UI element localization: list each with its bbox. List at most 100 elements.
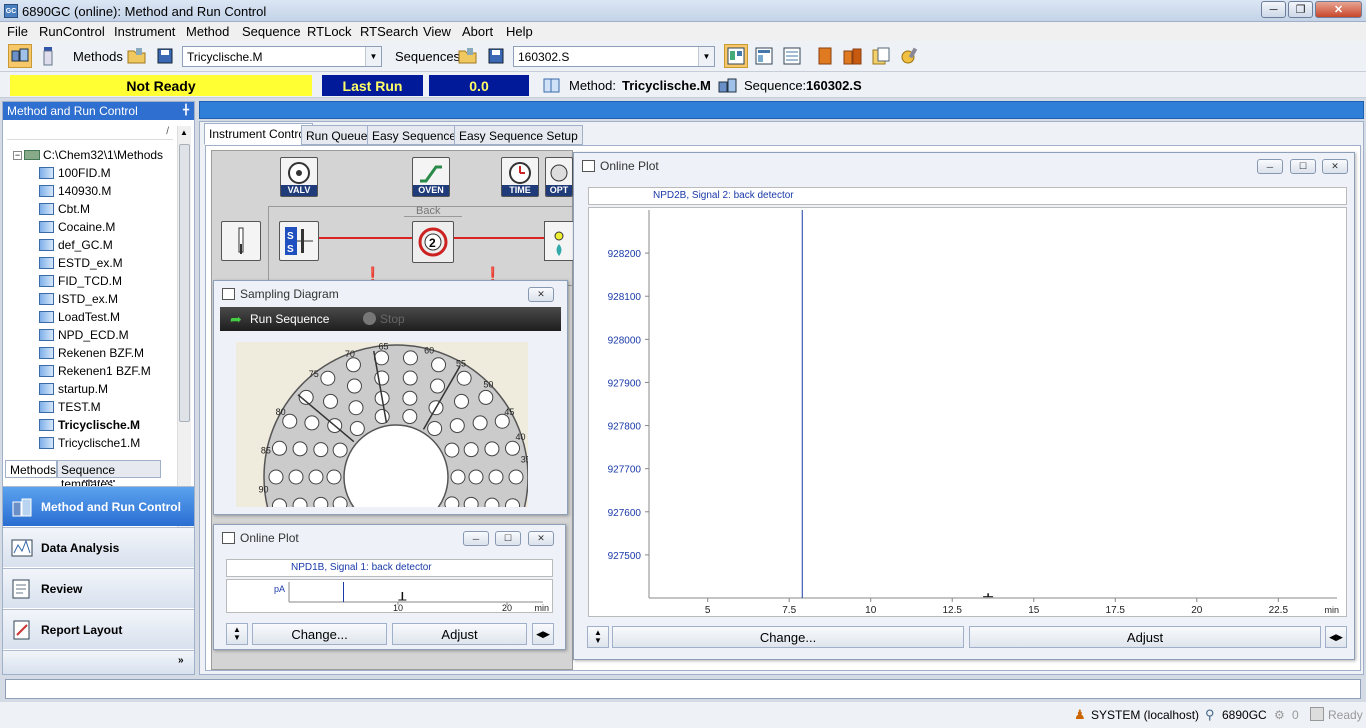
menu-sequence[interactable]: Sequence [242,24,301,39]
tree-method-item[interactable]: Cocaine.M [39,218,115,236]
time-button[interactable]: TIME [501,157,539,197]
inlet-button[interactable]: SS [279,221,319,261]
scroll-thumb[interactable] [179,144,190,422]
autosampler-button[interactable] [221,221,261,261]
tree-method-item[interactable]: Tricyclische.M [39,416,140,434]
tree-method-item[interactable]: ESTD_ex.M [39,254,123,272]
open-method-button[interactable] [125,44,149,68]
tab-run-queue[interactable]: Run Queue [301,125,373,145]
restore-icon[interactable]: ❐ [1288,1,1313,18]
save-sequence-button[interactable] [484,44,508,68]
tree-method-item[interactable]: TEST.M [39,398,101,416]
nav-data-analysis[interactable]: Data Analysis [3,527,194,567]
tab-easy-sequence[interactable]: Easy Sequence [367,125,462,145]
close-icon[interactable]: ✕ [1315,1,1362,18]
method-view-button[interactable] [8,44,32,68]
open-sequence-button[interactable] [456,44,480,68]
view-instrument-button[interactable] [724,44,748,68]
menu-file[interactable]: File [7,24,28,39]
close-icon[interactable]: ✕ [528,287,554,302]
tree-root[interactable]: − C:\Chem32\1\Methods [13,146,163,164]
plot-area-small[interactable]: pA 10 20 min [226,579,553,613]
sequence-combo[interactable]: 160302.S ▼ [513,46,715,67]
menu-abort[interactable]: Abort [462,24,493,39]
tree-method-item[interactable]: Tricyclische1.M [39,434,140,452]
menu-view[interactable]: View [423,24,451,39]
run-sequence-button[interactable]: Run Sequence [250,312,329,326]
valve-button[interactable]: VALV [280,157,318,197]
tree-method-item[interactable]: LoadTest.M [39,308,120,326]
y-tick-label: 928000 [608,335,642,346]
change-button-large[interactable]: Change... [612,626,964,648]
sample-tray[interactable]: 35 40 45 50 55 60 65 70 75 80 85 90 [236,342,528,507]
vial-slot [450,469,466,485]
vial-slot [313,496,329,507]
column-button[interactable]: 2 [412,221,454,263]
menu-method[interactable]: Method [186,24,229,39]
tools-button[interactable] [897,44,921,68]
save-icon [157,48,173,64]
maximize-icon[interactable]: ☐ [495,531,521,546]
chevron-down-icon[interactable]: ▼ [698,47,714,66]
scroll-up-icon[interactable]: ▲ [180,128,188,137]
plot-icon [783,47,801,65]
adjust-button-small[interactable]: Adjust [392,623,527,645]
tree-method-item[interactable]: 140930.M [39,182,111,200]
tree-method-item[interactable]: NPD_ECD.M [39,326,129,344]
tools-icon [901,47,918,64]
updown-arrows-icon[interactable]: ▲ ▼ [587,626,609,648]
book-button[interactable] [813,44,837,68]
sample-bottle-button[interactable] [36,44,60,68]
tab-easy-sequence-setup[interactable]: Easy Sequence Setup [454,125,583,145]
plot-area-large[interactable]: 928200 928100 928000 927900 927800 927700 9276… [588,207,1347,617]
tree-method-item[interactable]: FID_TCD.M [39,272,122,290]
command-line-input[interactable] [5,679,1361,699]
tree-method-item[interactable]: 100FID.M [39,164,111,182]
tree-method-item[interactable]: ISTD_ex.M [39,290,118,308]
close-icon[interactable]: ✕ [1322,159,1348,174]
nav-report-layout[interactable]: Report Layout [3,609,194,649]
minimize-icon[interactable]: ─ [463,531,489,546]
tree-method-item[interactable]: Rekenen1 BZF.M [39,362,151,380]
tab-sequence-templates[interactable]: Sequence templates [57,460,161,491]
close-icon[interactable]: ✕ [528,531,554,546]
detector-button[interactable] [544,221,574,261]
menu-rtlock[interactable]: RTLock [307,24,352,39]
tree-method-item[interactable]: startup.M [39,380,108,398]
collapse-icon[interactable]: − [13,150,22,160]
leftright-arrows-icon[interactable]: ◀▶ [532,623,554,645]
tree-method-item[interactable]: Rekenen BZF.M [39,344,144,362]
stop-button[interactable]: Stop [380,312,405,326]
tree-filter[interactable]: / [7,126,173,140]
pin-icon[interactable]: ╋ [183,105,189,116]
view-plot-button[interactable] [780,44,804,68]
menu-rtsearch[interactable]: RTSearch [360,24,418,39]
method-combo[interactable]: Tricyclische.M ▼ [182,46,382,67]
maximize-icon[interactable]: ☐ [1290,159,1316,174]
splitter-grip[interactable] [83,480,115,483]
menu-help[interactable]: Help [506,24,533,39]
menu-instrument[interactable]: Instrument [114,24,175,39]
options-button[interactable]: OPT [545,157,573,197]
nav-method-run-control[interactable]: Method and Run Control [3,486,194,526]
nav-review[interactable]: Review [3,568,194,608]
report-button[interactable] [869,44,893,68]
minimize-icon[interactable]: ─ [1257,159,1283,174]
adjust-button-large[interactable]: Adjust [969,626,1321,648]
oven-button[interactable]: OVEN [412,157,450,197]
leftright-arrows-icon[interactable]: ◀▶ [1325,626,1347,648]
save-method-button[interactable] [153,44,177,68]
change-button-small[interactable]: Change... [252,623,387,645]
chevron-double-down-icon[interactable]: » [178,655,184,666]
updown-arrows-icon[interactable]: ▲ ▼ [226,623,248,645]
x-unit-label: min [1324,605,1339,615]
tab-methods[interactable]: Methods [5,460,57,478]
menu-runcontrol[interactable]: RunControl [39,24,105,39]
tab-instrument-control[interactable]: Instrument Control [204,123,313,145]
view-status-button[interactable] [752,44,776,68]
tree-method-item[interactable]: Cbt.M [39,200,90,218]
tree-method-item[interactable]: def_GC.M [39,236,113,254]
minimize-icon[interactable]: ─ [1261,1,1286,18]
chevron-down-icon[interactable]: ▼ [365,47,381,66]
books-button[interactable] [841,44,865,68]
